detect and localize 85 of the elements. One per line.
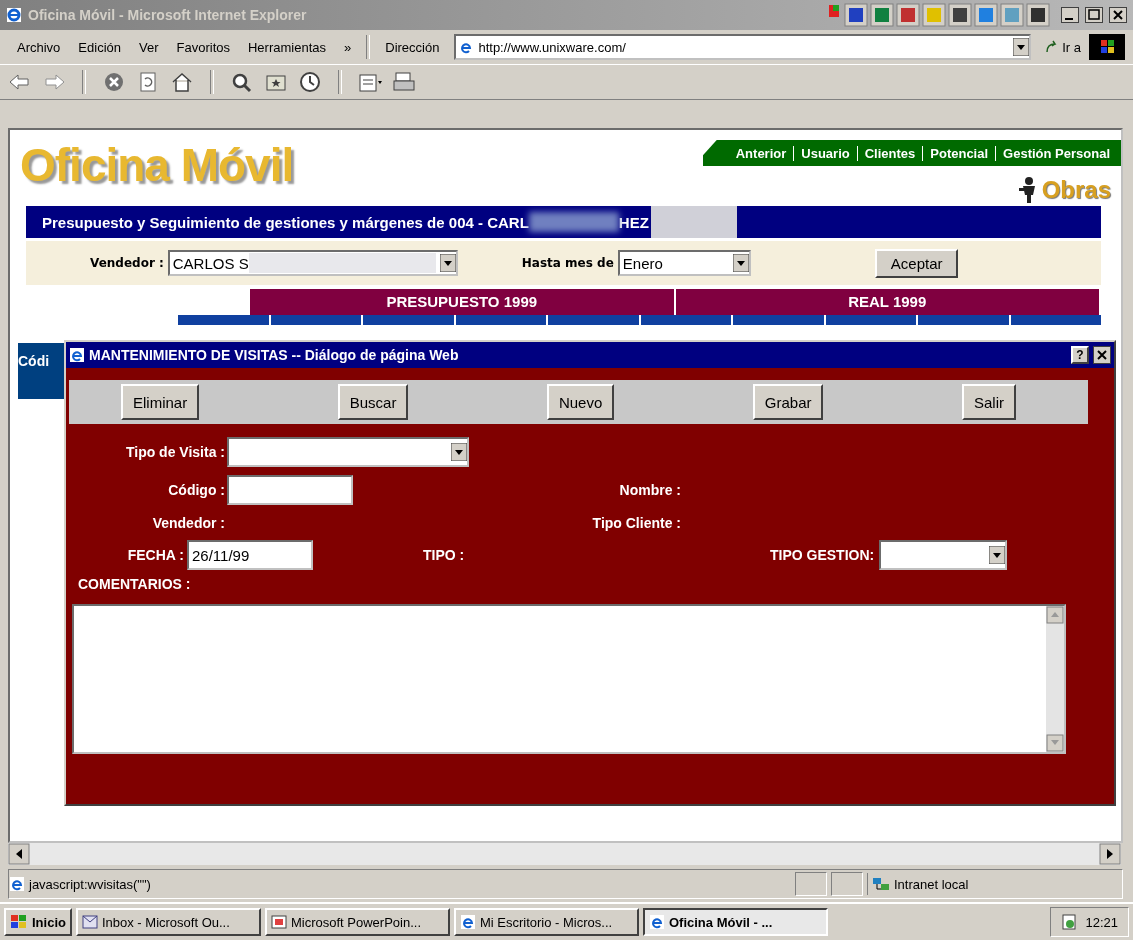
nav-link[interactable]: Potencial bbox=[922, 145, 996, 161]
field-label: Tipo de Visita : bbox=[124, 444, 225, 460]
nav-link[interactable]: Clientes bbox=[856, 145, 923, 161]
table-header-cell: Códi bbox=[18, 343, 66, 399]
browser-icon bbox=[648, 914, 665, 930]
header-title: Presupuesto y Seguimiento de gestiones y márgenes de 004 - CARL bbox=[41, 213, 529, 231]
address-label: Dirección bbox=[384, 38, 441, 57]
month-select[interactable]: Enero bbox=[617, 250, 751, 276]
maximize-icon[interactable] bbox=[1085, 7, 1103, 23]
zone-label: Intranet local bbox=[894, 876, 969, 892]
scrollbar-drawing[interactable] bbox=[1046, 606, 1064, 752]
dialog-button[interactable]: Eliminar bbox=[121, 384, 200, 420]
column-group-header: PRESUPUESTO 1999 bbox=[250, 289, 676, 315]
stop-icon[interactable] bbox=[102, 71, 126, 93]
taskbar-button[interactable]: Microsoft PowerPoin... bbox=[264, 908, 450, 936]
taskbar-button[interactable]: Oficina Móvil - ... bbox=[642, 908, 828, 936]
windows-logo-icon bbox=[1089, 34, 1125, 60]
field-label: Nombre : bbox=[618, 482, 681, 498]
back-arrow-icon[interactable] bbox=[8, 71, 32, 93]
minimize-icon[interactable] bbox=[1061, 7, 1079, 23]
menu-item[interactable]: » bbox=[335, 37, 361, 57]
help-button[interactable]: ? bbox=[1071, 346, 1089, 364]
scheduler-icon[interactable] bbox=[1061, 914, 1078, 930]
field-label: Vendedor : bbox=[151, 515, 225, 531]
management-type-select[interactable] bbox=[879, 540, 1008, 570]
logo: Oficina Móvil bbox=[20, 142, 294, 193]
month-label: Hasta mes de bbox=[521, 256, 614, 270]
menu-item[interactable]: Archivo bbox=[8, 37, 70, 57]
browser-icon bbox=[459, 914, 476, 930]
menu-item[interactable]: Edición bbox=[69, 37, 130, 57]
status-pane bbox=[831, 872, 863, 896]
visit-type-select[interactable] bbox=[227, 437, 469, 467]
nav-link[interactable]: Gestión Personal bbox=[995, 145, 1117, 161]
menu-item[interactable]: Favoritos bbox=[167, 37, 239, 57]
field-label: TIPO : bbox=[423, 547, 465, 563]
search-icon[interactable] bbox=[230, 71, 254, 93]
network-icon bbox=[872, 876, 890, 892]
dropdown-arrow-icon[interactable] bbox=[1013, 38, 1030, 56]
menu-item[interactable]: Herramientas bbox=[239, 37, 335, 57]
print-icon[interactable] bbox=[392, 71, 416, 93]
header-title: HEZ bbox=[618, 213, 649, 231]
menu-item[interactable]: Ver bbox=[130, 37, 168, 57]
page-icon bbox=[9, 876, 25, 892]
dropdown-arrow-icon[interactable] bbox=[732, 254, 749, 272]
close-icon[interactable] bbox=[1093, 346, 1111, 364]
dropdown-arrow-icon[interactable] bbox=[989, 546, 1006, 564]
dialog-button[interactable]: Buscar bbox=[337, 384, 409, 420]
vendor-label: Vendedor : bbox=[90, 256, 164, 270]
status-pane bbox=[795, 872, 827, 896]
section-title: Obras bbox=[1041, 176, 1111, 204]
dialog-button[interactable]: Grabar bbox=[752, 384, 824, 420]
window-title: Oficina Móvil - Microsoft Internet Explorer bbox=[28, 7, 308, 23]
presentation-icon bbox=[270, 914, 287, 930]
accept-button[interactable]: Aceptar bbox=[874, 248, 959, 278]
field-label: Código : bbox=[167, 482, 225, 498]
taskbar-button[interactable]: Mi Escritorio - Micros... bbox=[453, 908, 639, 936]
vendor-select[interactable]: CARLOS S bbox=[167, 250, 458, 276]
start-button[interactable]: Inicio bbox=[4, 908, 72, 936]
dropdown-arrow-icon[interactable] bbox=[439, 254, 456, 272]
dialog-title: MANTENIMIENTO DE VISITAS -- Diálogo de página Web bbox=[89, 347, 460, 363]
close-icon[interactable] bbox=[1109, 7, 1127, 23]
browser-icon bbox=[6, 7, 22, 23]
code-field[interactable] bbox=[227, 475, 353, 505]
field-label: FECHA : bbox=[126, 547, 184, 563]
field-label: TIPO GESTION: bbox=[769, 547, 875, 563]
windows-logo-icon bbox=[10, 914, 28, 930]
horizontal-scrollbar-drawing[interactable] bbox=[8, 843, 1121, 865]
status-text: javascript:wvisitas("") bbox=[29, 876, 152, 892]
address-field[interactable]: http://www.unixware.com/ bbox=[454, 34, 1032, 60]
nav-link[interactable]: Usuario bbox=[793, 145, 857, 161]
field-label: COMENTARIOS : bbox=[78, 576, 191, 592]
dialog-button[interactable]: Nuevo bbox=[546, 384, 615, 420]
taskbar-button[interactable]: Inbox - Microsoft Ou... bbox=[75, 908, 261, 936]
nav-link[interactable]: Anterior bbox=[728, 145, 794, 161]
date-field[interactable]: 26/11/99 bbox=[187, 540, 313, 570]
comments-field[interactable] bbox=[72, 604, 1066, 754]
dialog-button[interactable]: Salir bbox=[962, 384, 1016, 420]
home-icon[interactable] bbox=[170, 71, 194, 93]
page-icon bbox=[69, 347, 85, 363]
column-group-header: REAL 1999 bbox=[675, 289, 1101, 315]
clock: 12:21 bbox=[1085, 914, 1118, 930]
go-button[interactable]: Ir a bbox=[1037, 37, 1089, 57]
history-icon[interactable] bbox=[298, 71, 322, 93]
dropdown-arrow-icon[interactable] bbox=[451, 443, 467, 461]
field-label: Tipo Cliente : bbox=[591, 515, 681, 531]
